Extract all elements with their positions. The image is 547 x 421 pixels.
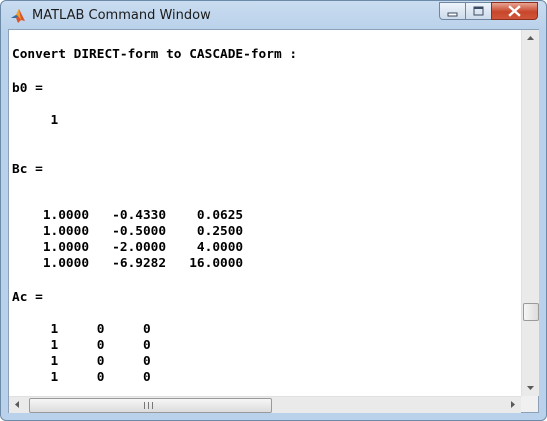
console-line: 1.0000 -0.5000 0.2500	[12, 224, 244, 239]
console-line: 1.0000 -2.0000 4.0000	[12, 240, 244, 255]
scroll-down-button[interactable]	[522, 379, 539, 396]
console-line: 1.0000 -0.4330 0.0625	[12, 208, 244, 223]
arrow-right-icon	[511, 401, 515, 408]
console-line: Bc =	[12, 162, 43, 177]
console-line: 1 0 0	[12, 354, 151, 369]
close-icon	[508, 5, 521, 17]
minimize-icon	[447, 12, 458, 17]
resize-grip[interactable]	[521, 396, 538, 412]
scroll-right-button[interactable]	[504, 397, 521, 414]
matlab-command-window: MATLAB Command Window Convert DIRECT-for…	[0, 0, 547, 421]
console-line: Convert DIRECT-form to CASCADE-form :	[12, 47, 298, 62]
console-line: 1 0 0	[12, 322, 151, 337]
title-bar[interactable]: MATLAB Command Window	[1, 1, 546, 29]
close-button[interactable]	[491, 2, 538, 20]
horizontal-scroll-thumb[interactable]	[29, 398, 272, 413]
vertical-scroll-thumb[interactable]	[523, 303, 539, 321]
minimize-button[interactable]	[439, 2, 466, 20]
matlab-logo-icon[interactable]	[10, 8, 26, 24]
console-line: 1 0 0	[12, 370, 151, 385]
console-line: 1 0 0	[12, 338, 151, 353]
arrow-left-icon	[15, 401, 19, 408]
grip-icon	[144, 402, 153, 409]
console-line: b0 =	[12, 81, 43, 96]
console-line: 1.0000 -6.9282 16.0000	[12, 256, 244, 271]
vertical-scrollbar[interactable]	[521, 30, 539, 396]
horizontal-scrollbar[interactable]	[9, 396, 521, 413]
arrow-down-icon	[527, 386, 534, 390]
command-window-pane[interactable]: Convert DIRECT-form to CASCADE-form : b0…	[8, 29, 539, 413]
console-line: Ac =	[12, 290, 43, 305]
scroll-left-button[interactable]	[9, 397, 26, 414]
scroll-up-button[interactable]	[522, 30, 539, 47]
arrow-up-icon	[527, 36, 534, 40]
console-line: 1	[12, 113, 59, 128]
maximize-button[interactable]	[465, 2, 492, 20]
maximize-icon	[473, 6, 484, 16]
window-title: MATLAB Command Window	[32, 8, 211, 23]
console-output[interactable]: Convert DIRECT-form to CASCADE-form : b0…	[9, 30, 521, 396]
